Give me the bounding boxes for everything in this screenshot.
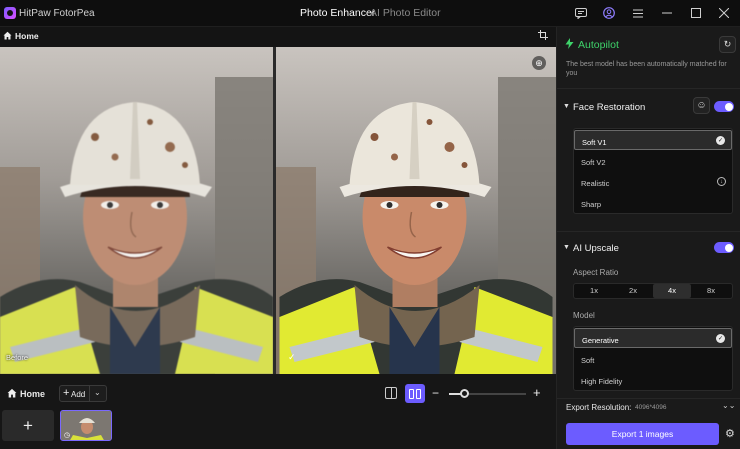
gear-icon[interactable]: ⚙	[725, 427, 735, 440]
home-link[interactable]: Home	[15, 31, 39, 41]
app-title: HitPaw FotorPea	[19, 8, 95, 19]
divider	[557, 398, 740, 399]
divider	[557, 88, 740, 89]
zoom-in-plus-icon[interactable]: +	[533, 385, 541, 400]
model-option-soft[interactable]: Soft	[574, 349, 732, 369]
aspect-ratio-label: Aspect Ratio	[573, 268, 619, 277]
single-view-icon[interactable]	[385, 387, 397, 399]
menu-icon[interactable]	[631, 6, 645, 20]
face-option-realistic[interactable]: Realistic ↓	[574, 172, 732, 192]
model-option-high-fidelity[interactable]: High Fidelity	[574, 370, 732, 390]
app-window: HitPaw FotorPea Photo Enhancer AI Photo …	[0, 0, 740, 449]
close-icon[interactable]	[717, 6, 731, 20]
zoom-out-icon[interactable]: −	[432, 386, 439, 400]
export-resolution-value: 4096*4096	[635, 404, 667, 411]
add-image-tile[interactable]: +	[2, 410, 54, 441]
autopilot-description: The best model has been automatically ma…	[566, 61, 727, 77]
maximize-icon[interactable]	[689, 6, 703, 20]
viewer-toolbar	[0, 27, 556, 47]
worker-photo-after	[279, 102, 553, 374]
lightning-icon	[565, 38, 574, 52]
export-button[interactable]: Export 1 images	[566, 423, 719, 445]
model-option-generative[interactable]: Generative ✓	[574, 328, 732, 348]
export-resolution-label: Export Resolution:	[566, 403, 632, 412]
account-icon[interactable]	[602, 6, 616, 20]
download-icon: ↓	[717, 177, 726, 186]
home-button[interactable]: Home	[20, 389, 45, 399]
ratio-1x[interactable]: 1x	[575, 284, 613, 298]
upscale-model-list: Generative ✓ Soft High Fidelity	[573, 326, 733, 391]
add-label: Add	[71, 390, 86, 399]
tab-photo-enhancer[interactable]: Photo Enhancer	[300, 7, 375, 19]
model-label: Model	[573, 311, 595, 320]
check-icon: ✓	[716, 136, 725, 145]
ratio-8x[interactable]: 8x	[692, 284, 730, 298]
worker-photo-before	[0, 102, 273, 374]
chevron-down-icon[interactable]: ⌄	[94, 388, 101, 397]
split-view-button[interactable]	[405, 384, 425, 403]
home-icon[interactable]	[3, 31, 12, 43]
face-restoration-title: Face Restoration	[573, 102, 646, 113]
feedback-icon[interactable]	[574, 6, 588, 20]
after-pane	[276, 47, 556, 374]
plus-icon: +	[63, 387, 70, 399]
face-option-soft-v1[interactable]: Soft V1 ✓	[574, 130, 732, 150]
add-divider	[89, 386, 90, 401]
caret-down-icon[interactable]: ▼	[563, 244, 570, 251]
zoom-in-icon[interactable]: ⊕	[532, 56, 546, 70]
aspect-ratio-selector: 1x 2x 4x 8x	[573, 283, 733, 299]
before-pane: Before	[0, 47, 273, 374]
clock-icon: ◷	[64, 432, 71, 439]
crop-icon[interactable]	[538, 30, 548, 43]
app-logo	[4, 7, 16, 19]
double-chevron-down-icon[interactable]: ⌄⌄	[722, 401, 735, 410]
zoom-slider-knob[interactable]	[460, 389, 469, 398]
after-check-icon: ✓	[288, 352, 296, 362]
tab-ai-photo-editor[interactable]: AI Photo Editor	[370, 7, 441, 19]
ratio-2x[interactable]: 2x	[614, 284, 652, 298]
divider	[557, 231, 740, 232]
minimize-icon[interactable]	[660, 6, 674, 20]
refresh-icon[interactable]: ↻	[719, 36, 736, 53]
home-icon-bottom[interactable]	[7, 388, 17, 401]
face-restoration-toggle[interactable]	[714, 101, 734, 112]
face-model-list: Soft V1 ✓ Soft V2 Realistic ↓ Sharp	[573, 128, 733, 214]
before-label: Before	[6, 353, 29, 362]
ratio-4x[interactable]: 4x	[653, 284, 691, 298]
face-option-sharp[interactable]: Sharp	[574, 193, 732, 213]
check-icon: ✓	[716, 334, 725, 343]
ai-upscale-title: AI Upscale	[573, 243, 619, 254]
face-option-soft-v2[interactable]: Soft V2	[574, 151, 732, 171]
image-viewer[interactable]: Before	[0, 47, 556, 374]
ai-upscale-toggle[interactable]	[714, 242, 734, 253]
autopilot-title: Autopilot	[578, 39, 619, 51]
caret-down-icon[interactable]: ▼	[563, 103, 570, 110]
face-icon[interactable]: ☺	[693, 97, 710, 114]
